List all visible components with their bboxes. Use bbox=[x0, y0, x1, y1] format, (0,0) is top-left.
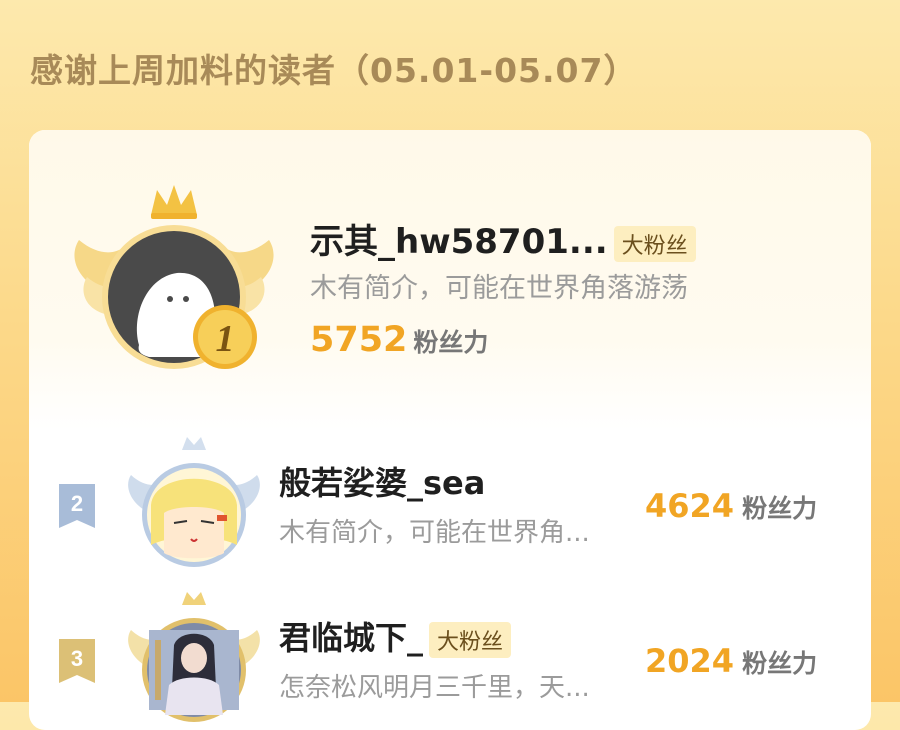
reader-bio: 怎奈松风明月三千里，天... bbox=[279, 673, 590, 703]
reader-name-text: 君临城下_ bbox=[279, 619, 424, 657]
score-value: 2024 bbox=[645, 642, 735, 680]
ranking-card: 1 示其_hw58701... 大粉丝 木有简介，可能在世界角落游荡 5752 粉丝… bbox=[29, 130, 871, 730]
rank-tag-icon: 2 bbox=[59, 484, 95, 528]
fan-badge: 大粉丝 bbox=[429, 622, 512, 658]
rank-tag-icon: 3 bbox=[59, 639, 95, 683]
score-unit: 粉丝力 bbox=[413, 328, 489, 357]
svg-text:2: 2 bbox=[71, 491, 83, 516]
top-reader-name-text: 示其_hw58701... bbox=[310, 222, 608, 262]
reader-name: 般若娑婆_sea bbox=[279, 464, 486, 502]
reader-name: 君临城下_ 大粉丝 bbox=[279, 613, 512, 659]
reader-score: 2024 粉丝力 bbox=[645, 642, 817, 680]
list-item[interactable]: 3 君临城下_ 大粉丝 怎奈松风明月三千里，天... 2024 粉丝力 bbox=[29, 585, 871, 730]
top-reader-name[interactable]: 示其_hw58701... 大粉丝 bbox=[310, 214, 696, 263]
fan-badge: 大粉丝 bbox=[613, 225, 696, 262]
top-reader-avatar-badge: 1 bbox=[74, 185, 274, 369]
top-reader-bio: 木有简介，可能在世界角落游荡 bbox=[310, 273, 688, 304]
top-reader-section: 1 示其_hw58701... 大粉丝 木有简介，可能在世界角落游荡 5752 粉丝… bbox=[29, 130, 871, 430]
avatar-badge bbox=[128, 437, 260, 567]
page-title: 感谢上周加料的读者（05.01-05.07） bbox=[30, 51, 638, 90]
illustrated-avatar-art bbox=[149, 630, 239, 715]
top-reader-score: 5752 粉丝力 bbox=[310, 320, 488, 360]
reader-bio: 木有简介，可能在世界角... bbox=[279, 518, 590, 548]
score-unit: 粉丝力 bbox=[742, 494, 818, 523]
score-unit: 粉丝力 bbox=[742, 649, 818, 678]
crown-icon bbox=[182, 592, 206, 605]
avatar-badge bbox=[128, 592, 260, 722]
crown-icon bbox=[182, 437, 206, 450]
score-value: 5752 bbox=[310, 320, 408, 360]
score-value: 4624 bbox=[645, 487, 735, 525]
svg-text:1: 1 bbox=[216, 318, 235, 360]
medal-icon: 1 bbox=[193, 305, 257, 369]
reader-score: 4624 粉丝力 bbox=[645, 487, 817, 525]
crown-icon bbox=[151, 185, 197, 219]
svg-text:3: 3 bbox=[71, 646, 83, 671]
list-item[interactable]: 2 般若娑婆_sea 木有简介，可能在世界角... 4624 粉丝力 bbox=[29, 430, 871, 580]
